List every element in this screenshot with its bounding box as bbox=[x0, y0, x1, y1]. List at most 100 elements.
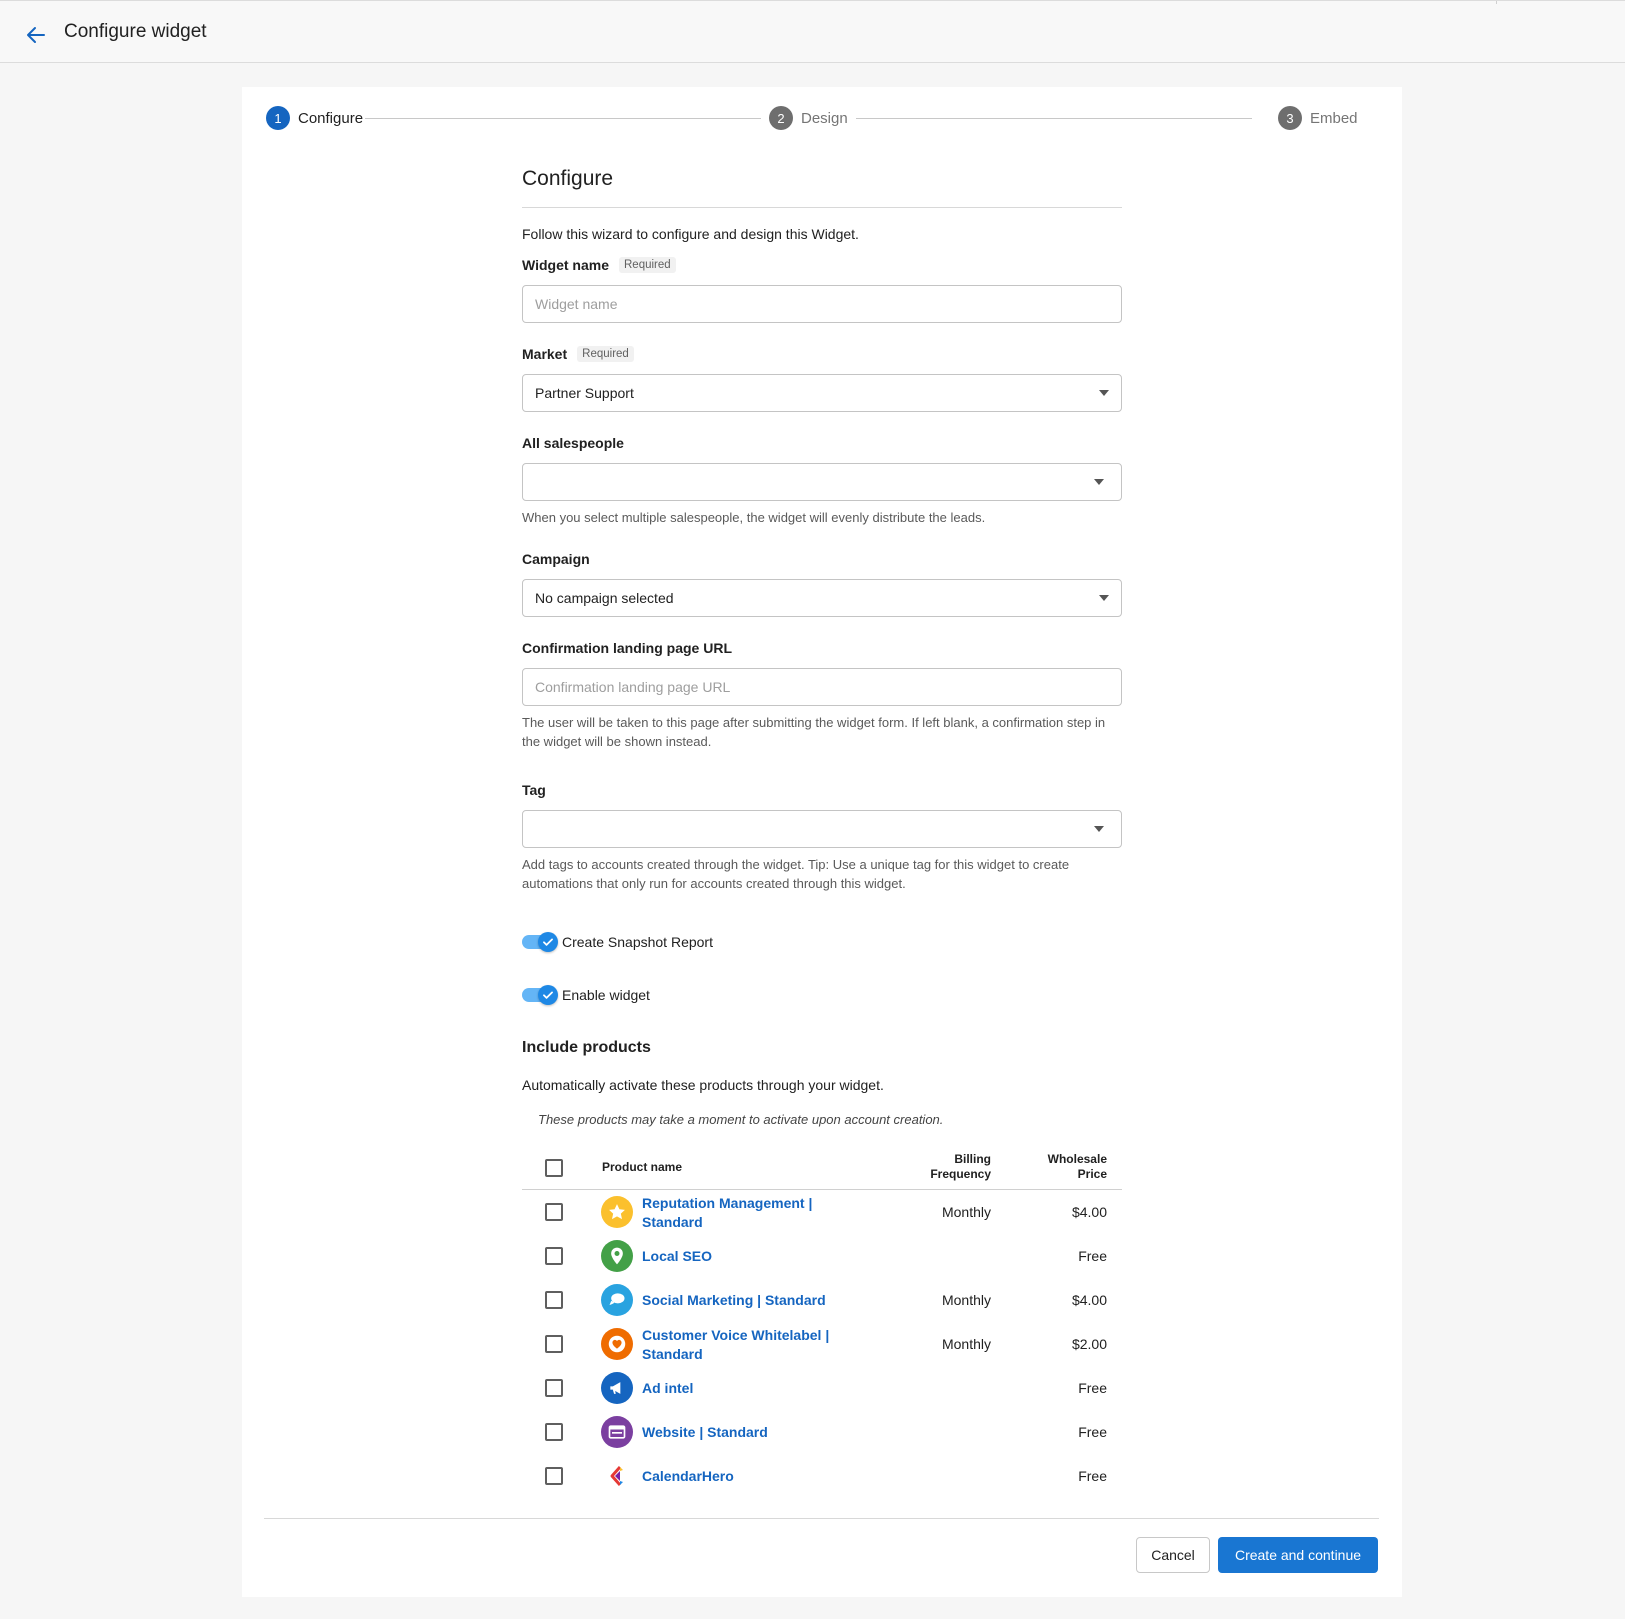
calendarhero-logo-icon bbox=[610, 1466, 623, 1486]
hint-line: Add tags to accounts created through the… bbox=[522, 857, 1070, 872]
products-note: These products may take a moment to acti… bbox=[538, 1112, 944, 1127]
campaign-select[interactable]: No campaign selected bbox=[522, 579, 1122, 617]
wizard-stepper: 1 Configure 2 Design 3 Embed bbox=[266, 106, 1377, 130]
products-description: Automatically activate these products th… bbox=[522, 1077, 884, 1093]
product-name-line: Customer Voice Whitelabel | bbox=[642, 1327, 830, 1343]
caret-down-icon bbox=[1094, 826, 1104, 832]
wholesale-price: Free bbox=[1078, 1424, 1107, 1440]
divider bbox=[1496, 1, 1497, 4]
checkmark-icon bbox=[543, 991, 553, 999]
product-icon bbox=[601, 1460, 633, 1492]
row-checkbox[interactable] bbox=[545, 1335, 563, 1353]
row-checkbox[interactable] bbox=[545, 1291, 563, 1309]
product-icon bbox=[601, 1196, 633, 1228]
arrow-left-icon[interactable] bbox=[24, 23, 48, 47]
caret-down-icon bbox=[1094, 479, 1104, 485]
tag-label: Tag bbox=[522, 782, 546, 798]
checkmark-icon bbox=[543, 938, 553, 946]
page-title: Configure widget bbox=[64, 21, 207, 42]
table-row: Reputation Management | Standard Monthly… bbox=[522, 1190, 1122, 1234]
product-name-link[interactable]: Reputation Management | Standard bbox=[642, 1194, 842, 1232]
wholesale-price: Free bbox=[1078, 1468, 1107, 1484]
product-icon bbox=[601, 1284, 633, 1316]
required-badge: Required bbox=[619, 257, 676, 273]
product-name-link[interactable]: Website | Standard bbox=[642, 1423, 842, 1442]
confirmation-url-label: Confirmation landing page URL bbox=[522, 640, 732, 656]
column-wholesale-price: Wholesale Price bbox=[1048, 1152, 1107, 1182]
create-and-continue-button[interactable]: Create and continue bbox=[1218, 1537, 1378, 1573]
widget-name-field bbox=[522, 285, 1122, 323]
step-connector bbox=[365, 118, 761, 119]
table-row: Ad intel Free bbox=[522, 1366, 1122, 1410]
step-label: Design bbox=[801, 109, 848, 127]
toggle-label: Create Snapshot Report bbox=[562, 934, 713, 950]
campaign-label: Campaign bbox=[522, 551, 590, 567]
salespeople-hint: When you select multiple salespeople, th… bbox=[522, 510, 986, 525]
confirmation-url-hint: The user will be taken to this page afte… bbox=[522, 713, 1105, 751]
table-row: Social Marketing | Standard Monthly $4.0… bbox=[522, 1278, 1122, 1322]
divider bbox=[522, 207, 1122, 208]
step-number: 3 bbox=[1278, 106, 1302, 130]
label-text: Market bbox=[522, 346, 568, 362]
row-checkbox[interactable] bbox=[545, 1423, 563, 1441]
enable-widget-toggle[interactable] bbox=[522, 985, 558, 1005]
row-checkbox[interactable] bbox=[545, 1203, 563, 1221]
step-connector bbox=[856, 118, 1252, 119]
product-name-line: CalendarHero bbox=[642, 1468, 734, 1484]
configure-card: 1 Configure 2 Design 3 Embed Configure F… bbox=[242, 87, 1402, 1597]
table-row: CalendarHero Free bbox=[522, 1454, 1122, 1498]
step-number: 1 bbox=[266, 106, 290, 130]
product-name-line: Reputation Management | bbox=[642, 1195, 813, 1211]
step-embed[interactable]: 3 Embed bbox=[1278, 106, 1358, 130]
form-title: Configure bbox=[522, 167, 614, 190]
row-checkbox[interactable] bbox=[545, 1467, 563, 1485]
step-configure[interactable]: 1 Configure bbox=[266, 106, 363, 130]
form-intro: Follow this wizard to configure and desi… bbox=[522, 226, 859, 242]
salespeople-label: All salespeople bbox=[522, 435, 624, 451]
market-label: Market Required bbox=[522, 346, 634, 362]
column-billing-frequency: Billing Frequency bbox=[930, 1152, 991, 1182]
required-badge: Required bbox=[577, 346, 634, 362]
star-icon bbox=[609, 1204, 625, 1220]
market-value: Partner Support bbox=[535, 385, 634, 401]
wholesale-price: $4.00 bbox=[1071, 1204, 1107, 1220]
select-all-checkbox[interactable] bbox=[545, 1159, 563, 1177]
product-name-line: Social Marketing | Standard bbox=[642, 1292, 826, 1308]
salespeople-select[interactable] bbox=[522, 463, 1122, 501]
table-row: Customer Voice Whitelabel | Standard Mon… bbox=[522, 1322, 1122, 1366]
billing-frequency: Monthly bbox=[941, 1336, 991, 1352]
tag-select[interactable] bbox=[522, 810, 1122, 848]
header-line: Frequency bbox=[930, 1167, 991, 1181]
divider bbox=[264, 1518, 1379, 1519]
label-text: Campaign bbox=[522, 551, 590, 567]
caret-down-icon bbox=[1099, 390, 1109, 396]
label-text: Tag bbox=[522, 782, 546, 798]
cancel-button[interactable]: Cancel bbox=[1136, 1537, 1210, 1573]
product-name-link[interactable]: Ad intel bbox=[642, 1379, 842, 1398]
product-name-link[interactable]: Social Marketing | Standard bbox=[642, 1291, 902, 1310]
chat-bubble-icon bbox=[609, 1293, 625, 1305]
product-icon bbox=[601, 1416, 633, 1448]
snapshot-toggle[interactable] bbox=[522, 932, 558, 952]
market-select[interactable]: Partner Support bbox=[522, 374, 1122, 412]
confirmation-url-input[interactable] bbox=[523, 669, 1121, 705]
label-text: Widget name bbox=[522, 257, 609, 273]
header-line: Billing bbox=[954, 1152, 991, 1166]
row-checkbox[interactable] bbox=[545, 1247, 563, 1265]
label-text: All salespeople bbox=[522, 435, 624, 451]
row-checkbox[interactable] bbox=[545, 1379, 563, 1397]
tag-hint: Add tags to accounts created through the… bbox=[522, 855, 1069, 893]
step-number: 2 bbox=[769, 106, 793, 130]
table-row: Local SEO Free bbox=[522, 1234, 1122, 1278]
step-design[interactable]: 2 Design bbox=[769, 106, 848, 130]
product-name-link[interactable]: CalendarHero bbox=[642, 1467, 842, 1486]
snapshot-toggle-row: Create Snapshot Report bbox=[522, 932, 713, 952]
table-row: Website | Standard Free bbox=[522, 1410, 1122, 1454]
widget-name-input[interactable] bbox=[523, 286, 1121, 322]
product-name-link[interactable]: Local SEO bbox=[642, 1247, 842, 1266]
product-name-line: Standard bbox=[642, 1346, 703, 1362]
product-name-link[interactable]: Customer Voice Whitelabel | Standard bbox=[642, 1326, 842, 1364]
product-name-line: Standard bbox=[642, 1214, 703, 1230]
map-pin-icon bbox=[611, 1247, 623, 1265]
column-product-name: Product name bbox=[602, 1160, 683, 1174]
